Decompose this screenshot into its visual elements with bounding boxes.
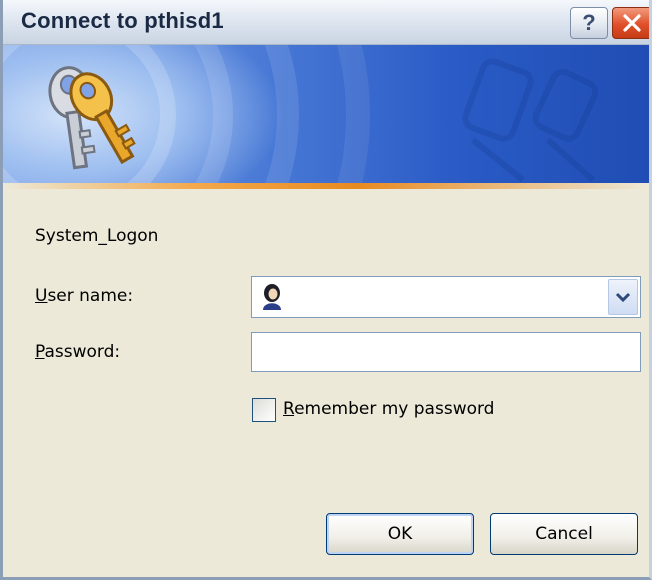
window-title: Connect to pthisd1 — [21, 8, 224, 33]
ok-button[interactable]: OK — [326, 513, 474, 555]
user-icon — [263, 284, 281, 310]
banner-accent-stripe — [3, 183, 649, 189]
banner — [3, 45, 649, 183]
username-input[interactable] — [288, 281, 602, 313]
close-icon — [623, 14, 641, 32]
help-icon: ? — [582, 10, 596, 35]
system-label: System_Logon — [35, 226, 159, 246]
chevron-down-icon — [615, 292, 631, 303]
remember-checkbox[interactable] — [252, 398, 276, 422]
title-bar[interactable]: Connect to pthisd1 ? — [3, 0, 649, 45]
remember-label[interactable]: Remember my password — [283, 399, 494, 419]
keys-icon — [48, 66, 136, 170]
password-input[interactable] — [260, 337, 634, 369]
username-dropdown-button[interactable] — [608, 279, 638, 315]
close-button[interactable] — [612, 7, 649, 39]
cancel-button[interactable]: Cancel — [490, 513, 638, 555]
connect-dialog: Connect to pthisd1 ? System_Logon User n… — [0, 0, 652, 580]
help-button[interactable]: ? — [570, 7, 608, 39]
password-label: Password: — [35, 342, 121, 362]
password-field[interactable] — [251, 332, 641, 372]
username-combo[interactable] — [251, 276, 641, 318]
username-label: User name: — [35, 286, 134, 306]
